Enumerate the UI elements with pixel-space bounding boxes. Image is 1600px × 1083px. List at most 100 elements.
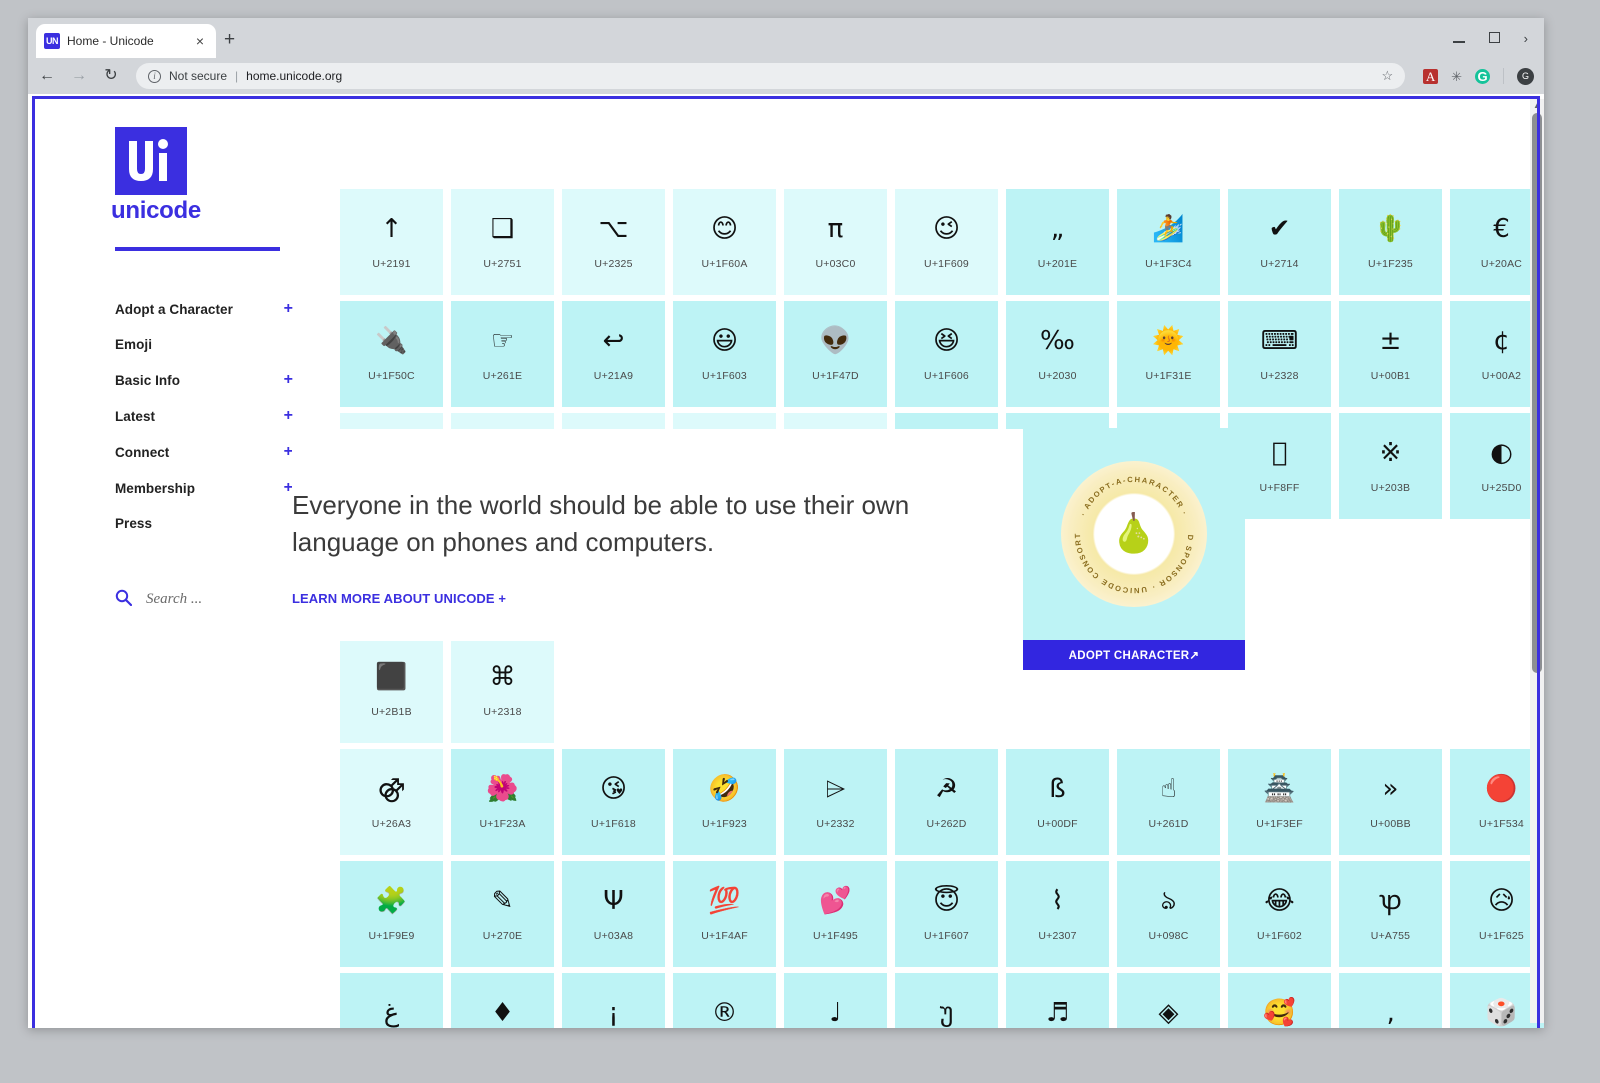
adopt-character-button[interactable]: ADOPT CHARACTER↗ <box>1023 640 1245 670</box>
grammarly-extension-icon[interactable]: G <box>1475 68 1490 84</box>
character-tile[interactable]: ß U+00DF <box>1006 749 1109 855</box>
character-tile[interactable]: 🏯 U+1F3EF <box>1228 749 1331 855</box>
character-tile[interactable]: 🌵 U+1F235 <box>1339 189 1442 295</box>
character-tile[interactable]: „ U+201E <box>1006 189 1109 295</box>
plus-icon[interactable]: + <box>284 408 293 424</box>
character-glyph: ± <box>1379 326 1402 356</box>
page-scrollbar[interactable]: ▲ <box>1530 99 1544 1023</box>
character-tile[interactable]: ⌲ U+2332 <box>784 749 887 855</box>
character-tile[interactable]: ⌇ U+2307 <box>1006 861 1109 967</box>
character-tile[interactable]: غU+063A <box>340 973 443 1028</box>
pdf-extension-icon[interactable]: A <box>1423 68 1439 84</box>
character-tile[interactable]: ঌ U+098C <box>1117 861 1220 967</box>
character-glyph: 🤣 <box>708 774 741 804</box>
snowflake-extension-icon[interactable]: ✳ <box>1451 70 1462 83</box>
character-tile[interactable]: 🤣 U+1F923 <box>673 749 776 855</box>
character-tile[interactable]: ± U+00B1 <box>1339 301 1442 407</box>
character-tile[interactable]: უU+10E3 <box>895 973 998 1028</box>
character-tile[interactable]: ☞ U+261E <box>451 301 554 407</box>
character-tile[interactable]: ⌨ U+2328 <box>1228 301 1331 407</box>
sidebar-item-basic-info[interactable]: Basic Info + <box>115 362 293 398</box>
reload-icon[interactable]: ↻ <box>102 68 120 84</box>
maximize-button[interactable] <box>1488 31 1500 45</box>
character-tile[interactable]: ⬛ U+2B1B <box>340 637 443 743</box>
character-glyph: ♩ <box>829 998 842 1028</box>
character-tile[interactable]: ◈U+25C8 <box>1117 973 1220 1028</box>
character-tile[interactable]: 🥰U+1F970 <box>1228 973 1331 1028</box>
scrollbar-thumb[interactable] <box>1532 113 1542 673</box>
character-tile[interactable]: ♦U+2666 <box>451 973 554 1028</box>
character-tile[interactable]: 🌺 U+1F23A <box>451 749 554 855</box>
character-tile[interactable]: 😊 U+1F60A <box>673 189 776 295</box>
unicode-logo[interactable] <box>115 127 187 195</box>
character-tile[interactable]: 😉 U+1F609 <box>895 189 998 295</box>
character-glyph: 🌞 <box>1152 326 1185 356</box>
character-glyph: ⌇ <box>1051 886 1064 916</box>
bookmark-star-icon[interactable]: ☆ <box>1381 68 1393 84</box>
sidebar-item-connect[interactable]: Connect + <box>115 434 293 470</box>
character-glyph: ⌲ <box>825 774 846 804</box>
character-tile[interactable]: 💕 U+1F495 <box>784 861 887 967</box>
info-icon[interactable]: i <box>148 69 161 83</box>
character-tile[interactable]: ☭ U+262D <box>895 749 998 855</box>
search-box[interactable]: Search ... <box>115 589 307 609</box>
character-tile[interactable]: 😇 U+1F607 <box>895 861 998 967</box>
chevron-right-icon[interactable]: › <box>1524 32 1528 45</box>
character-tile[interactable]: 🧩 U+1F9E9 <box>340 861 443 967</box>
character-tile[interactable]: ‚U+201A <box>1339 973 1442 1028</box>
character-tile[interactable]: ®U+00AE <box>673 973 776 1028</box>
character-glyph: 😘 <box>599 774 628 804</box>
character-tile[interactable]: 😘 U+1F618 <box>562 749 665 855</box>
scroll-up-icon[interactable]: ▲ <box>1530 99 1544 112</box>
character-codepoint: U+26A3 <box>371 818 412 830</box>
back-icon[interactable]: ← <box>38 68 56 84</box>
character-tile[interactable]: Ψ U+03A8 <box>562 861 665 967</box>
sidebar-item-press[interactable]: Press <box>115 506 293 541</box>
character-tile[interactable]: ‰ U+2030 <box>1006 301 1109 407</box>
search-input[interactable]: Search ... <box>146 591 202 608</box>
character-tile[interactable]: 😂 U+1F602 <box>1228 861 1331 967</box>
minimize-button[interactable] <box>1452 32 1465 45</box>
address-bar[interactable]: i Not secure | home.unicode.org ☆ <box>136 63 1406 89</box>
character-tile[interactable]: ⚣ U+26A3 <box>340 749 443 855</box>
character-tile[interactable]: ꝕ U+A755 <box>1339 861 1442 967</box>
character-tile[interactable]: 💯 U+1F4AF <box>673 861 776 967</box>
character-tile[interactable]: 🌞 U+1F31E <box>1117 301 1220 407</box>
character-tile[interactable]: ↩ U+21A9 <box>562 301 665 407</box>
character-tile[interactable]: ⌥ U+2325 <box>562 189 665 295</box>
character-tile[interactable]: ※ U+203B <box>1339 413 1442 519</box>
character-tile[interactable]: ¡U+00A1 <box>562 973 665 1028</box>
character-codepoint: U+2325 <box>594 258 633 270</box>
close-icon[interactable]: × <box>192 34 208 48</box>
browser-tab[interactable]: UN Home - Unicode × <box>36 24 216 58</box>
character-tile[interactable]: 🔌 U+1F50C <box>340 301 443 407</box>
character-tile[interactable]: ♬U+266C <box>1006 973 1109 1028</box>
sidebar-item-adopt-a-character[interactable]: Adopt a Character + <box>115 291 293 327</box>
character-tile[interactable]: ❑ U+2751 <box>451 189 554 295</box>
character-tile[interactable]: ⌘ U+2318 <box>451 637 554 743</box>
character-codepoint: U+203B <box>1370 482 1411 494</box>
character-tile[interactable]: ✎ U+270E <box>451 861 554 967</box>
character-tile[interactable]: ↑ U+2191 <box>340 189 443 295</box>
character-tile[interactable]: 👽 U+1F47D <box>784 301 887 407</box>
sidebar-item-latest[interactable]: Latest + <box>115 398 293 434</box>
character-tile[interactable]: π U+03C0 <box>784 189 887 295</box>
sidebar-item-emoji[interactable]: Emoji <box>115 327 293 362</box>
plus-icon[interactable]: + <box>284 372 293 388</box>
sidebar-item-membership[interactable]: Membership + <box>115 470 293 506</box>
character-tile[interactable]: ♩U+2669 <box>784 973 887 1028</box>
character-glyph: 👽 <box>819 326 852 356</box>
plus-icon[interactable]: + <box>284 301 293 317</box>
character-tile[interactable]: 😃 U+1F603 <box>673 301 776 407</box>
new-tab-button[interactable]: + <box>224 30 235 49</box>
learn-more-link[interactable]: LEARN MORE ABOUT UNICODE + <box>292 591 1032 606</box>
avatar[interactable]: G <box>1517 67 1534 85</box>
character-tile[interactable]: ☝ U+261D <box>1117 749 1220 855</box>
character-tile[interactable]: ✔ U+2714 <box>1228 189 1331 295</box>
forward-icon[interactable]: → <box>70 68 88 84</box>
character-codepoint: U+1F47D <box>812 370 859 382</box>
character-tile[interactable]: 😆 U+1F606 <box>895 301 998 407</box>
character-tile[interactable]: » U+00BB <box>1339 749 1442 855</box>
character-tile[interactable]: 🏄 U+1F3C4 <box>1117 189 1220 295</box>
sidebar-divider <box>115 247 280 251</box>
